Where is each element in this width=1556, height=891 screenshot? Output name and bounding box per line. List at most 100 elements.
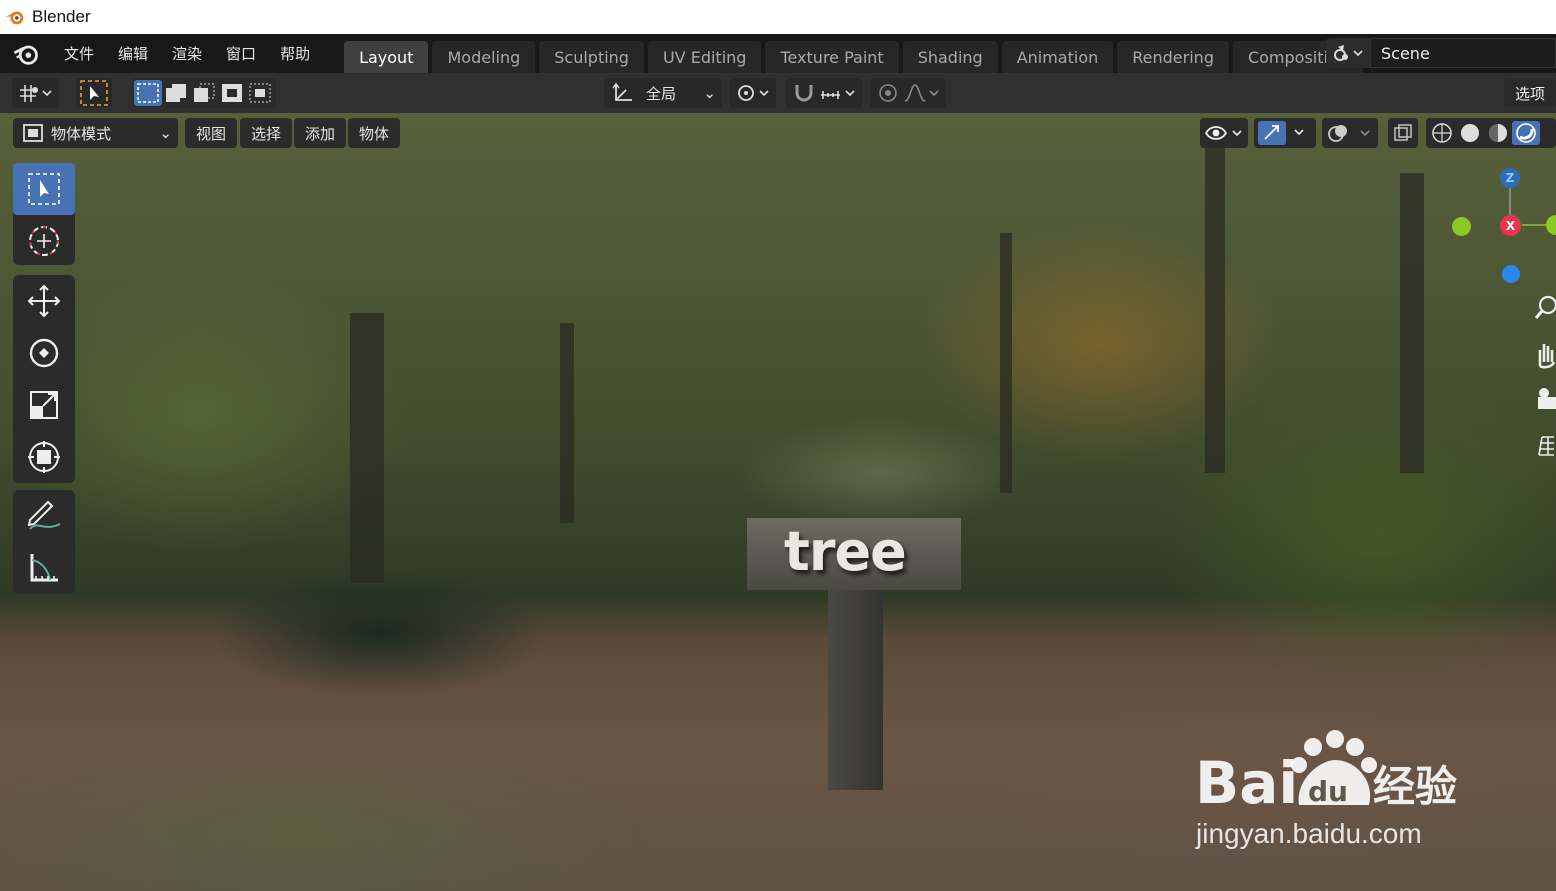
zoom-icon[interactable]: [1532, 293, 1556, 323]
pivot-point-icon: [738, 85, 769, 101]
pan-hand-icon[interactable]: [1532, 338, 1556, 370]
select-new-icon[interactable]: [134, 80, 162, 106]
tab-layout[interactable]: Layout: [344, 41, 429, 73]
perspective-grid-icon[interactable]: [1536, 433, 1556, 459]
menu-add[interactable]: 添加: [294, 118, 346, 148]
select-tool-button[interactable]: [76, 78, 112, 108]
proportional-edit-group: [870, 78, 946, 108]
scale-icon: [30, 391, 58, 419]
sign-post-object[interactable]: [828, 590, 883, 790]
rendered-shading-icon[interactable]: [1512, 121, 1540, 145]
tree-trunk: [560, 323, 574, 523]
menu-file[interactable]: 文件: [52, 34, 106, 73]
window-title: Blender: [32, 7, 91, 26]
solid-shading-icon[interactable]: [1456, 121, 1484, 145]
baidu-watermark: Bai du 经验: [1195, 725, 1475, 824]
overlays-icon: [1328, 125, 1370, 142]
sign-board-object[interactable]: tree: [747, 518, 961, 590]
blender-logo-icon: [5, 11, 24, 25]
watermark-du: du: [1308, 775, 1348, 808]
select-intersect-icon[interactable]: [246, 80, 274, 106]
tab-modeling[interactable]: Modeling: [432, 41, 536, 73]
snap-magnet-icon[interactable]: [790, 81, 818, 105]
object-mode-label: 物体模式: [51, 124, 112, 143]
object-mode-icon: [23, 124, 43, 142]
rotate-icon: [29, 338, 59, 368]
snap-increment-icon[interactable]: [818, 81, 858, 105]
axis-x-button[interactable]: X: [1500, 215, 1521, 236]
tool-select-box[interactable]: [13, 163, 75, 215]
cursor-crosshair-icon: [29, 226, 59, 256]
pivot-icon: [19, 85, 52, 102]
axis-z-button[interactable]: Z: [1500, 168, 1520, 188]
chevron-down-icon: ⌄: [703, 84, 716, 102]
selection-mode-group: [132, 78, 276, 108]
tab-uv-editing[interactable]: UV Editing: [647, 41, 762, 73]
tool-measure[interactable]: [13, 542, 75, 594]
camera-icon[interactable]: [1534, 385, 1556, 413]
3d-viewport[interactable]: 物体模式 ⌄ 视图 选择 添加 物体 Z X tree Bai du 经验 ji…: [0, 113, 1556, 891]
menu-help[interactable]: 帮助: [268, 34, 322, 73]
tool-annotate[interactable]: [13, 490, 75, 542]
menu-edit[interactable]: 编辑: [106, 34, 160, 73]
select-subtract-icon[interactable]: [190, 80, 218, 106]
chevron-down-icon: ⌄: [159, 124, 172, 142]
wireframe-shading-icon[interactable]: [1428, 121, 1456, 145]
top-menubar: 文件 编辑 渲染 窗口 帮助 Layout Modeling Sculpting…: [0, 34, 1556, 73]
toolbar-group-select: [13, 163, 75, 265]
tool-cursor[interactable]: [13, 215, 75, 267]
proportional-edit-icon[interactable]: [874, 81, 902, 105]
scene-browse-button[interactable]: [1326, 38, 1370, 68]
tree-trunk: [1400, 173, 1424, 473]
gizmo-toggle-button[interactable]: [1254, 118, 1316, 148]
tool-scale[interactable]: [13, 379, 75, 431]
select-box-icon: [28, 173, 60, 205]
scene-selector: Scene: [1326, 38, 1556, 68]
options-button[interactable]: 选项: [1504, 79, 1556, 107]
tool-transform[interactable]: [13, 431, 75, 483]
toolbar-group-annotate: [13, 490, 75, 594]
falloff-curve-icon[interactable]: [902, 81, 942, 105]
shading-mode-group: [1426, 118, 1556, 148]
watermark-url: jingyan.baidu.com: [1196, 818, 1422, 849]
menu-object[interactable]: 物体: [348, 118, 400, 148]
blender-menu-icon[interactable]: [12, 40, 40, 68]
scene-name-field[interactable]: Scene: [1370, 38, 1556, 68]
material-shading-icon[interactable]: [1484, 121, 1512, 145]
menu-render[interactable]: 渲染: [160, 34, 214, 73]
transform-orientation-select[interactable]: 全局 ⌄: [604, 78, 722, 108]
scene-icon: [1334, 45, 1363, 61]
measure-ruler-icon: [30, 554, 58, 582]
transform-pivot-button[interactable]: [12, 78, 59, 108]
select-extend-icon[interactable]: [162, 80, 190, 106]
tree-trunk: [1000, 233, 1012, 493]
tab-shading[interactable]: Shading: [902, 41, 998, 73]
cursor-select-icon: [80, 80, 108, 106]
toolbar-group-transform: [13, 275, 75, 483]
pivot-point-button[interactable]: [730, 78, 776, 108]
xray-button[interactable]: [1388, 118, 1418, 148]
select-invert-icon[interactable]: [218, 80, 246, 106]
sign-text: tree: [784, 520, 907, 583]
tab-texture-paint[interactable]: Texture Paint: [765, 41, 899, 73]
orientation-label: 全局: [646, 84, 677, 103]
menu-select[interactable]: 选择: [240, 118, 292, 148]
menu-view[interactable]: 视图: [185, 118, 237, 148]
object-mode-select[interactable]: 物体模式 ⌄: [13, 118, 178, 148]
tab-sculpting[interactable]: Sculpting: [539, 41, 644, 73]
tool-rotate[interactable]: [13, 327, 75, 379]
xray-icon: [1394, 124, 1412, 141]
menu-window[interactable]: 窗口: [214, 34, 268, 73]
tab-animation[interactable]: Animation: [1001, 41, 1114, 73]
tool-move[interactable]: [13, 275, 75, 327]
axis-y-button[interactable]: [1546, 215, 1556, 235]
axis-neg-y-button[interactable]: [1452, 217, 1471, 236]
overlays-button[interactable]: [1322, 118, 1378, 148]
visibility-button[interactable]: [1200, 118, 1248, 148]
tree-trunk: [1205, 143, 1225, 473]
axis-neg-z-button[interactable]: [1502, 265, 1520, 283]
watermark-cn: 经验: [1373, 762, 1457, 811]
tab-rendering[interactable]: Rendering: [1117, 41, 1229, 73]
baidu-paw-icon: Bai du 经验: [1195, 730, 1457, 817]
workspace-tabs: Layout Modeling Sculpting UV Editing Tex…: [344, 34, 1367, 73]
